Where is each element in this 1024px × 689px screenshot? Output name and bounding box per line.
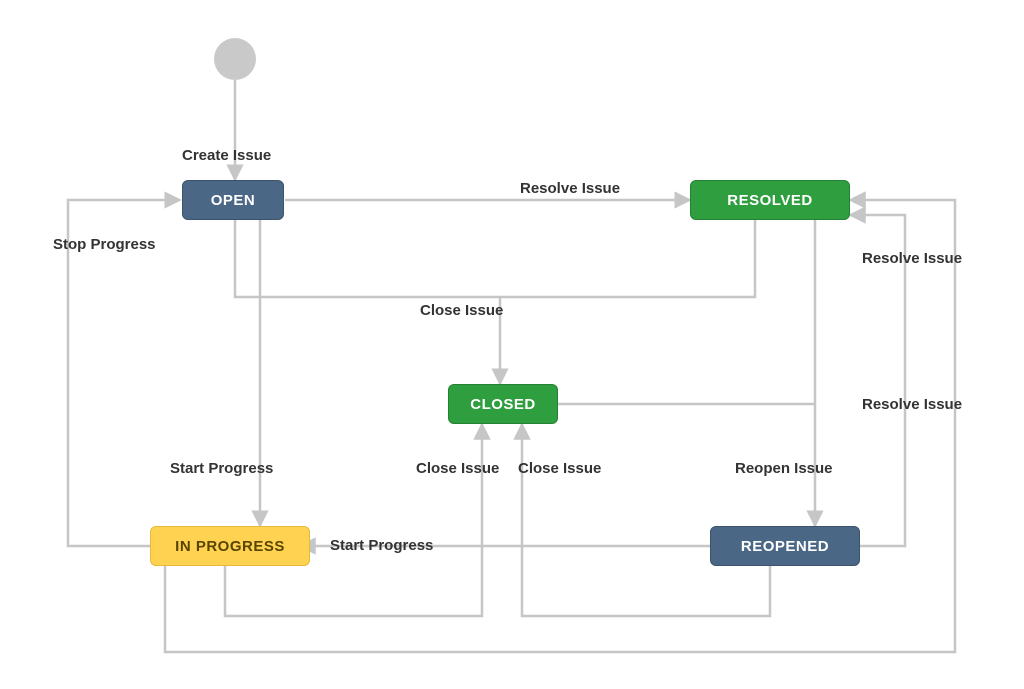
label-close-issue-left: Close Issue <box>416 460 499 477</box>
label-close-issue-right: Close Issue <box>518 460 601 477</box>
state-closed: CLOSED <box>448 384 558 424</box>
label-stop-progress: Stop Progress <box>53 236 156 253</box>
state-resolved: RESOLVED <box>690 180 850 220</box>
label-reopen-issue: Reopen Issue <box>735 460 833 477</box>
state-in-progress: IN PROGRESS <box>150 526 310 566</box>
label-resolve-issue-2: Resolve Issue <box>862 250 962 267</box>
connectors <box>0 0 1024 689</box>
label-resolve-issue-1: Resolve Issue <box>520 180 620 197</box>
state-reopened: REOPENED <box>710 526 860 566</box>
workflow-diagram: OPEN RESOLVED CLOSED IN PROGRESS REOPENE… <box>0 0 1024 689</box>
label-start-progress-1: Start Progress <box>170 460 273 477</box>
label-resolve-issue-3: Resolve Issue <box>862 396 962 413</box>
label-close-issue-top: Close Issue <box>420 302 503 319</box>
state-open: OPEN <box>182 180 284 220</box>
label-start-progress-2: Start Progress <box>330 537 433 554</box>
label-create-issue: Create Issue <box>182 147 271 164</box>
start-node <box>214 38 256 80</box>
